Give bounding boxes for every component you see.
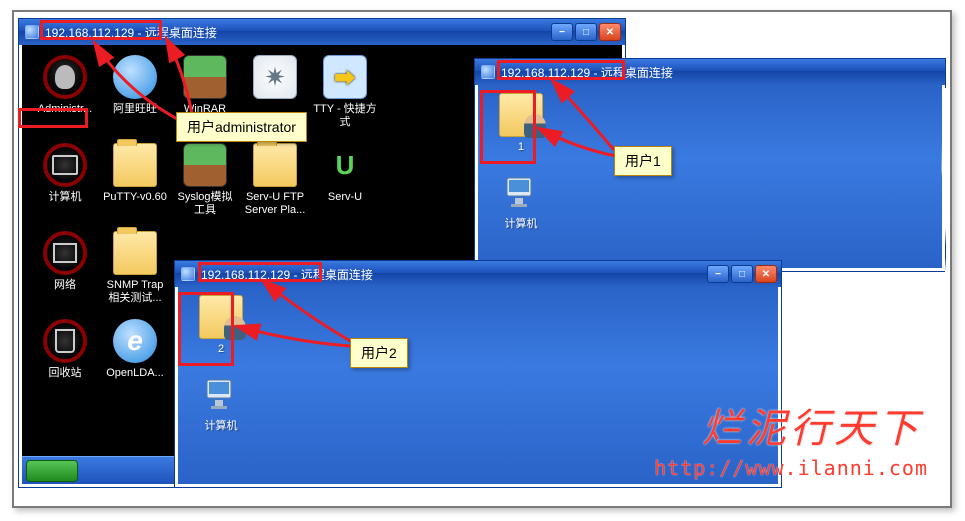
computer-icon[interactable]: 计算机 — [486, 170, 556, 231]
rdp-window-user2[interactable]: 192.168.112.129 - 远程桌面连接 − □ ✕ 2 计算机 — [174, 260, 782, 488]
computer-icon — [199, 372, 243, 416]
servu-ftp-icon[interactable]: Serv-U FTP Server Pla... — [240, 143, 310, 231]
computer-icon[interactable]: 计算机 — [186, 372, 256, 433]
rdp-icon — [181, 267, 195, 281]
openldap-icon — [113, 319, 157, 363]
callout-user2: 用户2 — [350, 338, 408, 368]
computer-icon — [43, 143, 87, 187]
user2-folder-icon — [199, 295, 243, 339]
icon-label: SNMP Trap相关测试... — [102, 279, 168, 305]
minimize-button[interactable]: − — [551, 23, 573, 41]
icon-label: 计算机 — [32, 191, 98, 204]
icon-label: 1 — [488, 141, 554, 154]
snmp-trap-icon[interactable]: SNMP Trap相关测试... — [100, 231, 170, 319]
network-icon — [43, 231, 87, 275]
icon-label: 计算机 — [188, 420, 254, 433]
icon-label: 2 — [188, 343, 254, 356]
window-buttons-admin: − □ ✕ — [551, 23, 621, 41]
aliwangwang-icon — [113, 55, 157, 99]
icon-label: Syslog模拟工具 — [172, 191, 238, 217]
titlebar-user2[interactable]: 192.168.112.129 - 远程桌面连接 − □ ✕ — [175, 261, 781, 287]
servu-ftp-icon — [253, 143, 297, 187]
watermark-text: 烂泥行天下 — [702, 396, 922, 454]
user2-folder-icon[interactable]: 2 — [186, 295, 256, 356]
servu-icon — [323, 143, 367, 187]
torn-edge-bottom — [14, 492, 950, 506]
titlebar-user1[interactable]: 192.168.112.129 - 远程桌面连接 — [475, 59, 945, 85]
user1-folder-icon — [499, 93, 543, 137]
icon-label: 回收站 — [32, 367, 98, 380]
aliwangwang-icon[interactable]: 阿里旺旺 — [100, 55, 170, 143]
computer-icon[interactable]: 计算机 — [30, 143, 100, 231]
start-button[interactable] — [26, 460, 78, 482]
minimize-button[interactable]: − — [707, 265, 729, 283]
icon-label: TTY - 快捷方式 — [312, 103, 378, 129]
titlebar-admin[interactable]: 192.168.112.129 - 远程桌面连接 − □ ✕ — [19, 19, 625, 45]
user1-folder-icon[interactable]: 1 — [486, 93, 556, 154]
servu-icon[interactable]: Serv-U — [310, 143, 380, 231]
syslog-icon[interactable]: Syslog模拟工具 — [170, 143, 240, 231]
rdp-desktop-user1[interactable]: 1 计算机 — [478, 85, 942, 268]
gear-icon — [253, 55, 297, 99]
icon-label: 网络 — [32, 279, 98, 292]
composite-canvas: 192.168.112.129 - 远程桌面连接 − □ ✕ Administr… — [12, 10, 952, 508]
icon-label: Serv-U FTP Server Pla... — [242, 191, 308, 217]
callout-user1: 用户1 — [614, 146, 672, 176]
icon-label: Administr... — [32, 103, 98, 116]
snmp-trap-icon — [113, 231, 157, 275]
computer-icon — [499, 170, 543, 214]
rdp-window-user1[interactable]: 192.168.112.129 - 远程桌面连接 1 计算机 — [474, 58, 946, 272]
putty-folder-icon — [113, 143, 157, 187]
icon-label: 阿里旺旺 — [102, 103, 168, 116]
putty-folder-icon[interactable]: PuTTY-v0.60 — [100, 143, 170, 231]
openldap-icon[interactable]: OpenLDA... — [100, 319, 170, 407]
syslog-icon — [183, 143, 227, 187]
winrar-icon — [183, 55, 227, 99]
rdp-icon — [25, 25, 39, 39]
network-icon[interactable]: 网络 — [30, 231, 100, 319]
administrator-icon[interactable]: Administr... — [30, 55, 100, 143]
icon-label: 计算机 — [488, 218, 554, 231]
administrator-icon — [43, 55, 87, 99]
window-buttons-user2: − □ ✕ — [707, 265, 777, 283]
watermark-url: http://www.ilanni.com — [654, 456, 928, 480]
putty-shortcut-icon — [323, 55, 367, 99]
recycle-bin-icon — [43, 319, 87, 363]
close-button[interactable]: ✕ — [599, 23, 621, 41]
title-text-admin: 192.168.112.129 - 远程桌面连接 — [45, 24, 551, 41]
icon-label: OpenLDA... — [102, 367, 168, 380]
icon-label: Serv-U — [312, 191, 378, 204]
close-button[interactable]: ✕ — [755, 265, 777, 283]
title-text-user2: 192.168.112.129 - 远程桌面连接 — [201, 266, 707, 283]
title-text-user1: 192.168.112.129 - 远程桌面连接 — [501, 64, 941, 81]
recycle-bin-icon[interactable]: 回收站 — [30, 319, 100, 407]
rdp-icon — [481, 65, 495, 79]
callout-admin: 用户administrator — [176, 112, 307, 142]
maximize-button[interactable]: □ — [731, 265, 753, 283]
putty-shortcut-icon[interactable]: TTY - 快捷方式 — [310, 55, 380, 143]
icon-label: PuTTY-v0.60 — [102, 191, 168, 204]
rdp-desktop-user2[interactable]: 2 计算机 — [178, 287, 778, 484]
maximize-button[interactable]: □ — [575, 23, 597, 41]
